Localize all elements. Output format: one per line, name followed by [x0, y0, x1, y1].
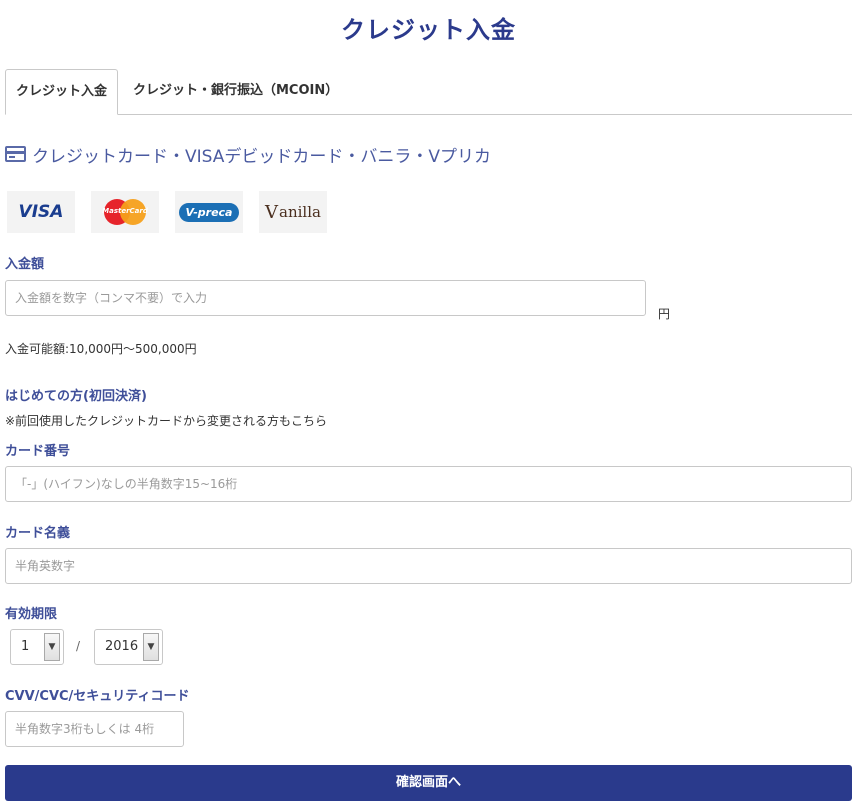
- chevron-down-icon: ▼: [44, 633, 60, 661]
- mastercard-icon: MasterCard: [102, 199, 148, 225]
- credit-card-icon: [5, 146, 26, 162]
- confirm-button[interactable]: 確認画面へ: [5, 765, 852, 801]
- expiry-year-value: 2016: [105, 639, 139, 654]
- amount-unit: 円: [658, 307, 671, 321]
- section-heading: クレジットカード・VISAデビッドカード・バニラ・Vプリカ: [5, 142, 492, 167]
- section-heading-text: クレジットカード・VISAデビッドカード・バニラ・Vプリカ: [32, 146, 492, 167]
- expiry-month-select[interactable]: 1 ▼: [10, 629, 64, 665]
- expiry-year-select[interactable]: 2016 ▼: [94, 629, 163, 665]
- card-number-label: カード番号: [5, 444, 71, 459]
- amount-label: 入金額: [5, 257, 45, 272]
- tab-credit-deposit[interactable]: クレジット入金: [5, 69, 118, 115]
- vpreca-logo-text: V-preca: [178, 202, 240, 222]
- ice-cream-cone-icon: V: [265, 201, 279, 223]
- mastercard-logo-text: MasterCard: [102, 207, 148, 215]
- visa-logo-text: VISA: [18, 202, 64, 222]
- card-name-input[interactable]: [5, 548, 852, 584]
- expiry-label: 有効期限: [5, 607, 58, 622]
- visa-logo: VISA: [7, 191, 75, 233]
- vanilla-logo-mark: V anilla: [265, 202, 321, 223]
- chevron-down-icon: ▼: [143, 633, 159, 661]
- first-time-note: ※前回使用したクレジットカードから変更される方もこちら: [5, 414, 328, 428]
- vpreca-logo: V-preca: [175, 191, 243, 233]
- tab-bar: クレジット入金 クレジット・銀行振込（MCOIN）: [5, 69, 852, 115]
- card-name-label: カード名義: [5, 526, 71, 541]
- card-logos: VISA MasterCard V-preca V anilla: [7, 191, 343, 233]
- cvv-input[interactable]: [5, 711, 184, 747]
- expiry-month-value: 1: [21, 639, 30, 654]
- card-number-input[interactable]: [5, 466, 852, 502]
- expiry-separator: /: [76, 639, 81, 653]
- vanilla-logo-text: anilla: [279, 203, 321, 221]
- mastercard-logo: MasterCard: [91, 191, 159, 233]
- vanilla-logo: V anilla: [259, 191, 327, 233]
- amount-input[interactable]: [5, 280, 646, 316]
- cvv-label: CVV/CVC/セキュリティコード: [5, 689, 190, 704]
- first-time-heading: はじめての方(初回決済): [5, 389, 147, 404]
- page-title: クレジット入金: [341, 16, 516, 44]
- tab-credit-bank-transfer[interactable]: クレジット・銀行振込（MCOIN）: [119, 69, 352, 115]
- amount-range-note: 入金可能額:10,000円～500,000円: [5, 342, 197, 356]
